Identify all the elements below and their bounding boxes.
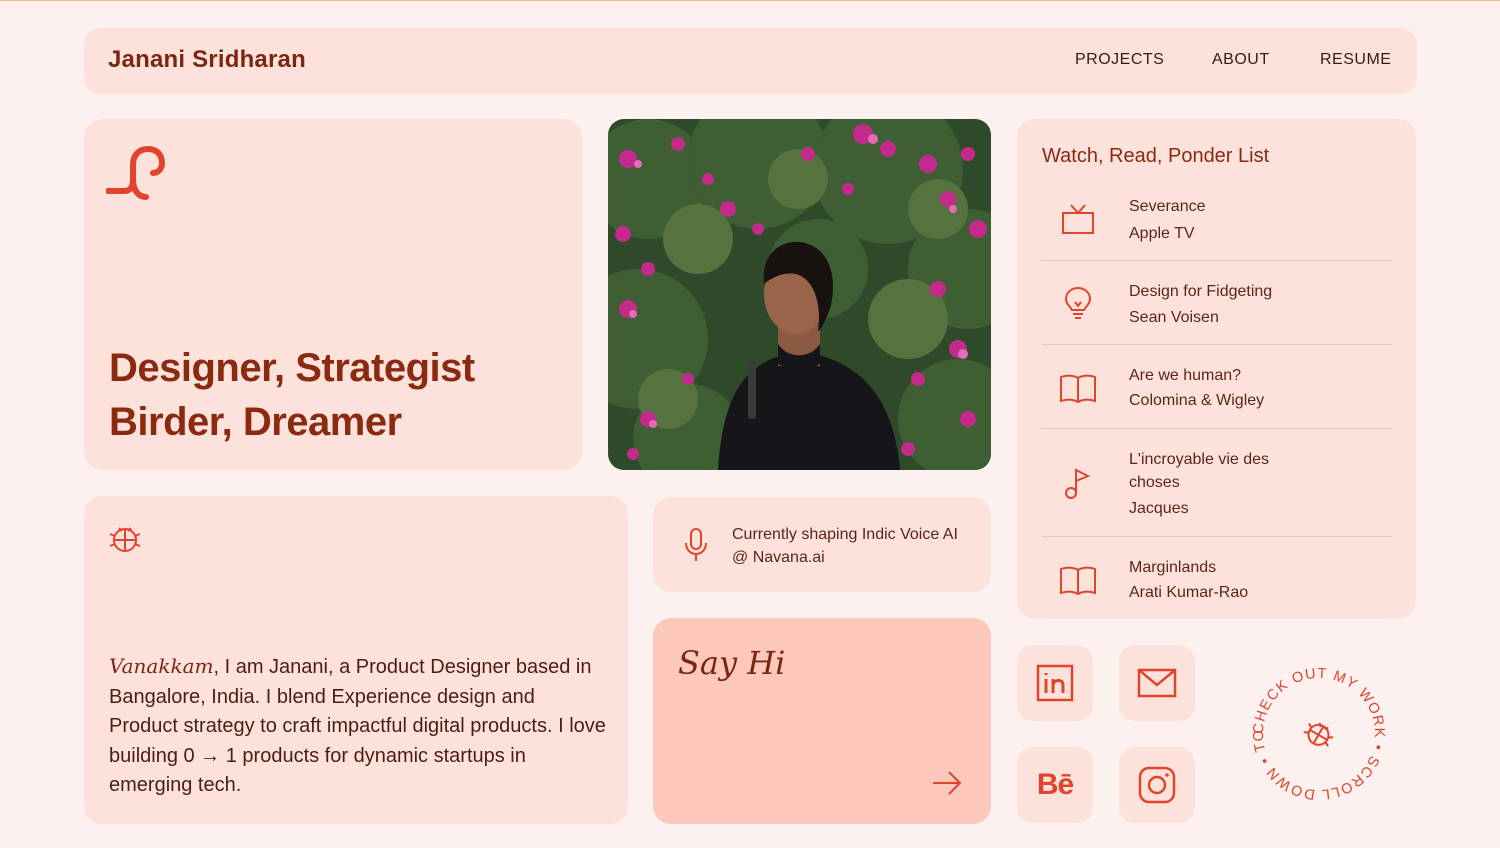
bug-icon xyxy=(1303,722,1334,747)
instagram-icon xyxy=(1138,766,1176,804)
bio-greeting: Vanakkam xyxy=(109,654,214,678)
hero-tagline: Designer, Strategist Birder, Dreamer xyxy=(109,341,475,449)
linkedin-button[interactable] xyxy=(1017,645,1093,721)
say-hi-card[interactable]: Say Hi xyxy=(653,618,991,824)
list-item-subtitle: Colomina & Wigley xyxy=(1129,392,1265,409)
list-item-subtitle: Jacques xyxy=(1129,500,1189,517)
list-item[interactable]: Severance Apple TV xyxy=(1042,195,1392,251)
swirl-logo-icon xyxy=(106,145,166,200)
lightbulb-icon xyxy=(1064,286,1092,319)
say-hi-label[interactable]: Say Hi xyxy=(678,644,785,682)
music-note-icon xyxy=(1065,468,1091,499)
reading-list-card: Watch, Read, Ponder List Severance Apple… xyxy=(1017,119,1416,619)
book-icon xyxy=(1060,374,1096,404)
tagline-line-1: Designer, Strategist xyxy=(109,346,475,390)
list-item[interactable]: Design for Fidgeting Sean Voisen xyxy=(1042,280,1392,336)
list-item-title: Severance xyxy=(1129,198,1206,215)
divider xyxy=(1042,428,1392,429)
divider xyxy=(1042,536,1392,537)
site-name[interactable]: Janani Sridharan xyxy=(108,46,306,74)
bio-text: Vanakkam, I am Janani, a Product Designe… xyxy=(109,652,609,801)
nav-about[interactable]: ABOUT xyxy=(1212,51,1270,69)
arrow-right-icon[interactable] xyxy=(931,770,963,796)
microphone-icon xyxy=(685,528,707,561)
current-role-card: Currently shaping Indic Voice AI @ Navan… xyxy=(653,497,991,592)
instagram-button[interactable] xyxy=(1119,747,1195,823)
current-role-text: Currently shaping Indic Voice AI @ Navan… xyxy=(732,526,958,566)
list-item-subtitle: Sean Voisen xyxy=(1129,309,1219,326)
portrait-photo xyxy=(608,119,991,470)
list-item-title: Design for Fidgeting xyxy=(1129,283,1273,300)
list-item-title: Are we human? xyxy=(1129,367,1242,384)
list-item[interactable]: L'incroyable vie des choses Jacques xyxy=(1042,448,1392,524)
list-item[interactable]: Are we human? Colomina & Wigley xyxy=(1042,364,1392,420)
divider xyxy=(1042,260,1392,261)
tv-icon xyxy=(1062,204,1094,234)
behance-icon: Bē xyxy=(1036,768,1074,801)
reading-list-title: Watch, Read, Ponder List xyxy=(1042,145,1270,167)
hero-card: Designer, Strategist Birder, Dreamer xyxy=(84,119,582,470)
list-item-subtitle: Apple TV xyxy=(1129,225,1195,242)
divider xyxy=(1042,344,1392,345)
bug-icon xyxy=(109,527,141,552)
nav-resume[interactable]: RESUME xyxy=(1320,51,1391,69)
mail-icon xyxy=(1137,668,1177,698)
linkedin-icon xyxy=(1036,664,1074,702)
behance-button[interactable]: Bē xyxy=(1017,747,1093,823)
nav-projects[interactable]: PROJECTS xyxy=(1075,51,1164,69)
scroll-down-badge[interactable]: CHECK OUT MY WORK • SCROLL DOWN • TO xyxy=(1251,666,1387,802)
list-item-title: Marginlands xyxy=(1129,559,1217,576)
site-header: Janani Sridharan PROJECTS ABOUT RESUME xyxy=(84,28,1417,94)
bio-card: Vanakkam, I am Janani, a Product Designe… xyxy=(84,496,628,824)
email-button[interactable] xyxy=(1119,645,1195,721)
book-icon xyxy=(1060,566,1096,596)
tagline-line-2: Birder, Dreamer xyxy=(109,400,402,444)
list-item[interactable]: Marginlands Arati Kumar-Rao xyxy=(1042,556,1392,612)
list-item-title: L'incroyable vie des choses xyxy=(1129,451,1270,491)
list-item-subtitle: Arati Kumar-Rao xyxy=(1129,584,1249,601)
